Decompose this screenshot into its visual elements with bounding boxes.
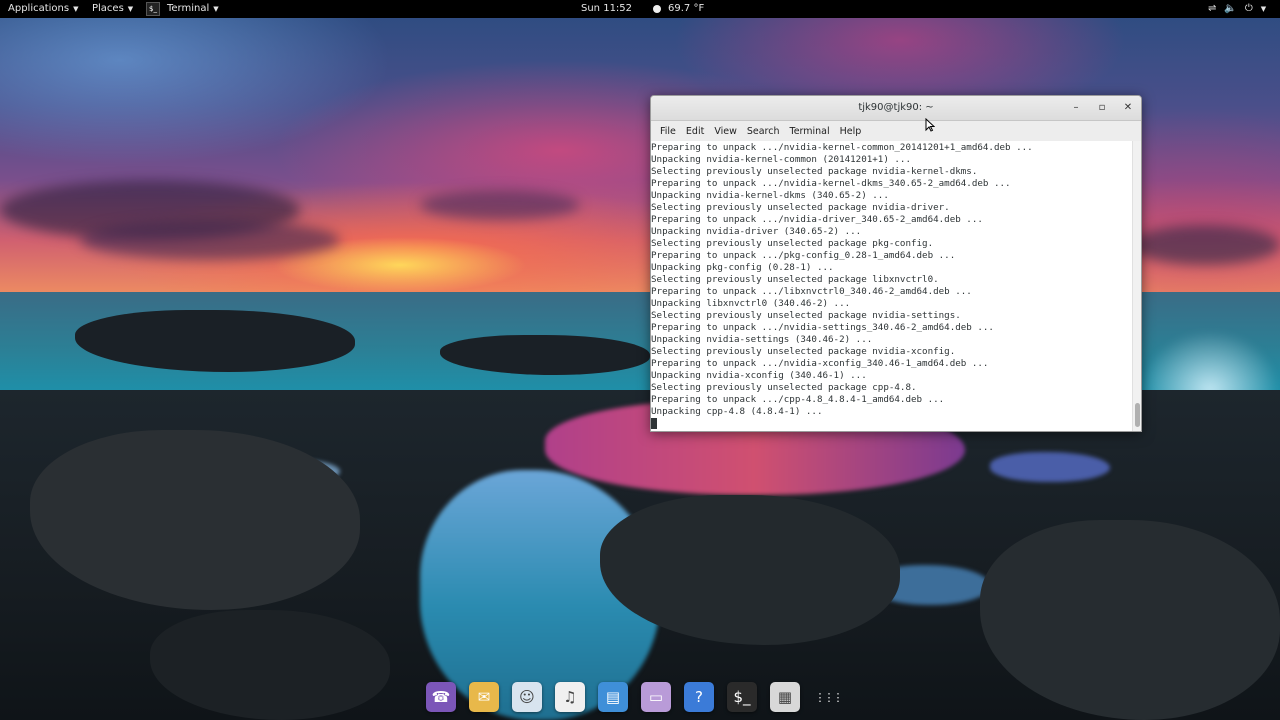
terminal-icon[interactable]: $_ bbox=[727, 682, 757, 712]
terminal-line: Unpacking nvidia-xconfig (340.46-1) ... bbox=[651, 370, 867, 381]
terminal-line: Preparing to unpack .../cpp-4.8_4.8.4-1_… bbox=[651, 394, 945, 405]
terminal-prompt-line bbox=[651, 418, 1133, 430]
terminal-line: Unpacking pkg-config (0.28-1) ... bbox=[651, 262, 834, 273]
empathy-icon[interactable]: ☎ bbox=[426, 682, 456, 712]
menu-file[interactable]: File bbox=[655, 126, 681, 137]
weather-sun-icon bbox=[653, 5, 661, 13]
terminal-line: Preparing to unpack .../libxnvctrl0_340.… bbox=[651, 286, 972, 297]
close-button[interactable]: ✕ bbox=[1119, 96, 1137, 120]
chevron-down-icon: ▼ bbox=[213, 5, 219, 13]
terminal-line: Preparing to unpack .../nvidia-kernel-co… bbox=[651, 142, 1033, 153]
terminal-line: Preparing to unpack .../pkg-config_0.28-… bbox=[651, 250, 956, 261]
terminal-line: Selecting previously unselected package … bbox=[651, 346, 956, 357]
terminal-line: Preparing to unpack .../nvidia-xconfig_3… bbox=[651, 358, 989, 369]
terminal-line: Preparing to unpack .../nvidia-settings_… bbox=[651, 322, 994, 333]
terminal-line: Unpacking nvidia-kernel-dkms (340.65-2) … bbox=[651, 190, 889, 201]
terminal-line: Unpacking nvidia-settings (340.46-2) ... bbox=[651, 334, 873, 345]
software-icon[interactable]: ▦ bbox=[770, 682, 800, 712]
places-menu[interactable]: Places ▼ bbox=[92, 0, 133, 18]
terminal-line: Unpacking nvidia-driver (340.65-2) ... bbox=[651, 226, 862, 237]
show-applications-grid-icon[interactable]: ⋮⋮⋮ bbox=[813, 682, 844, 712]
clock[interactable]: Sun 11:52 bbox=[581, 0, 632, 18]
terminal-line: Unpacking cpp-4.8 (4.8.4-1) ... bbox=[651, 406, 823, 417]
menu-help[interactable]: Help bbox=[835, 126, 867, 137]
terminal-line: Preparing to unpack .../nvidia-kernel-dk… bbox=[651, 178, 1011, 189]
menu-edit[interactable]: Edit bbox=[681, 126, 709, 137]
window-title: tjk90@tjk90: ~ bbox=[858, 102, 934, 113]
network-wired-icon: ⇌ bbox=[1208, 3, 1217, 14]
menu-view[interactable]: View bbox=[709, 126, 742, 137]
weather-label: 69.7 °F bbox=[668, 3, 705, 14]
files-folder-icon[interactable]: ▭ bbox=[641, 682, 671, 712]
terminal-line: Selecting previously unselected package … bbox=[651, 274, 939, 285]
wallpaper-cloud bbox=[420, 190, 580, 220]
pidgin-icon[interactable]: ☺ bbox=[512, 682, 542, 712]
terminal-line: Unpacking libxnvctrl0 (340.46-2) ... bbox=[651, 298, 851, 309]
terminal-window[interactable]: tjk90@tjk90: ~ – ▫ ✕ File Edit View Sear… bbox=[650, 95, 1142, 432]
terminal-line: Selecting previously unselected package … bbox=[651, 238, 934, 249]
documents-icon[interactable]: ▤ bbox=[598, 682, 628, 712]
app-menu-terminal[interactable]: $_ Terminal ▼ bbox=[146, 0, 219, 18]
scrollbar[interactable] bbox=[1132, 141, 1141, 431]
wallpaper-cloud bbox=[1130, 225, 1280, 265]
applications-menu[interactable]: Applications ▼ bbox=[8, 0, 78, 18]
terminal-line: Selecting previously unselected package … bbox=[651, 166, 978, 177]
system-status-area[interactable]: ⇌ 🔈 ⏻ ▼ bbox=[1208, 0, 1266, 18]
mouse-pointer-icon bbox=[925, 118, 935, 132]
clock-label: Sun 11:52 bbox=[581, 3, 633, 14]
applications-menu-label: Applications bbox=[8, 3, 70, 14]
help-icon[interactable]: ? bbox=[684, 682, 714, 712]
menu-search[interactable]: Search bbox=[742, 126, 785, 137]
terminal-output[interactable]: Preparing to unpack .../nvidia-kernel-co… bbox=[651, 141, 1133, 431]
volume-icon: 🔈 bbox=[1224, 3, 1237, 14]
menu-terminal[interactable]: Terminal bbox=[785, 126, 835, 137]
rhythmbox-music-icon[interactable]: ♫ bbox=[555, 682, 585, 712]
chevron-down-icon: ▼ bbox=[127, 5, 134, 13]
scrollbar-thumb[interactable] bbox=[1135, 403, 1140, 427]
maximize-button[interactable]: ▫ bbox=[1093, 96, 1111, 120]
gnome-top-bar: Applications ▼ Places ▼ $_ Terminal ▼ Su… bbox=[0, 0, 1280, 18]
menubar: File Edit View Search Terminal Help bbox=[651, 121, 1141, 142]
mail-icon[interactable]: ✉ bbox=[469, 682, 499, 712]
app-menu-label: Terminal bbox=[167, 3, 210, 14]
wallpaper-cloud bbox=[80, 220, 340, 260]
terminal-line: Selecting previously unselected package … bbox=[651, 310, 961, 321]
terminal-line: Selecting previously unselected package … bbox=[651, 382, 917, 393]
terminal-line: Preparing to unpack .../nvidia-driver_34… bbox=[651, 214, 983, 225]
terminal-line: Selecting previously unselected package … bbox=[651, 202, 950, 213]
terminal-line: Unpacking nvidia-kernel-common (20141201… bbox=[651, 154, 911, 165]
power-icon: ⏻ bbox=[1244, 3, 1253, 14]
wallpaper-pool bbox=[990, 452, 1110, 482]
minimize-button[interactable]: – bbox=[1067, 96, 1085, 120]
text-cursor bbox=[651, 418, 657, 429]
terminal-app-icon: $_ bbox=[146, 2, 160, 16]
weather-indicator[interactable]: 69.7 °F bbox=[653, 0, 704, 18]
window-titlebar[interactable]: tjk90@tjk90: ~ – ▫ ✕ bbox=[651, 96, 1141, 121]
places-menu-label: Places bbox=[92, 3, 124, 14]
chevron-down-icon: ▼ bbox=[73, 5, 79, 13]
dash-dock: ☎ ✉ ☺ ♫ ▤ ▭? $_ ▦ ⋮⋮⋮ bbox=[426, 682, 844, 714]
chevron-down-icon: ▼ bbox=[1260, 5, 1267, 13]
